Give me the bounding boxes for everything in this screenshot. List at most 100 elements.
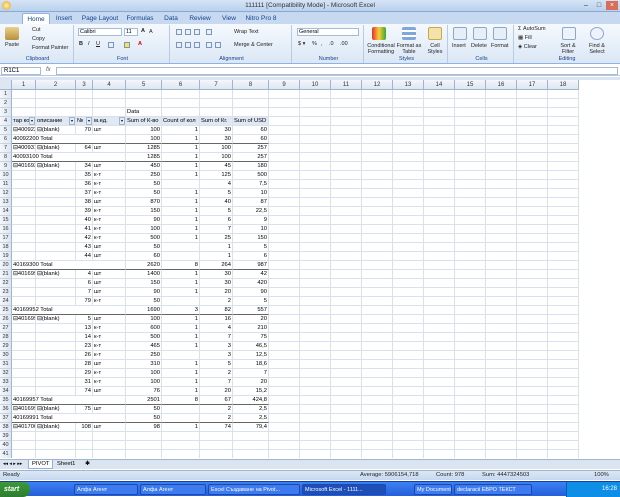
grid-cell[interactable]: 1690 [126, 306, 162, 315]
grid-cell[interactable] [393, 117, 424, 126]
grid-cell[interactable] [162, 432, 200, 441]
close-icon[interactable]: × [606, 1, 618, 10]
grid-cell[interactable] [486, 450, 517, 458]
grid-cell[interactable] [393, 306, 424, 315]
grid-cell[interactable] [36, 351, 76, 360]
grid-cell[interactable] [424, 351, 455, 360]
grid-cell[interactable] [517, 396, 548, 405]
grid-cell[interactable] [12, 216, 36, 225]
align-top-icon[interactable] [176, 29, 182, 35]
grid-cell[interactable] [36, 378, 76, 387]
grid-cell[interactable]: 500 [233, 171, 269, 180]
grid-cell[interactable] [517, 225, 548, 234]
grid-cell[interactable] [455, 450, 486, 458]
row-header[interactable]: 18 [0, 243, 12, 252]
grid-cell[interactable]: 20 [233, 315, 269, 324]
percent-icon[interactable]: % [312, 41, 317, 47]
grid-cell[interactable] [455, 144, 486, 153]
tab-view[interactable]: View [218, 13, 240, 24]
grid-cell[interactable] [455, 108, 486, 117]
grid-cell[interactable] [455, 432, 486, 441]
grid-cell[interactable] [12, 360, 36, 369]
grid-cell[interactable] [12, 387, 36, 396]
grid-cell[interactable] [300, 360, 331, 369]
grid-cell[interactable]: 500 [126, 333, 162, 342]
grid-cell[interactable]: 2 [200, 405, 233, 414]
grid-cell[interactable] [331, 315, 362, 324]
grid-cell[interactable] [424, 162, 455, 171]
grid-cell[interactable]: шт [93, 270, 126, 279]
grid-cell[interactable] [455, 126, 486, 135]
grid-cell[interactable] [331, 306, 362, 315]
grid-cell[interactable] [517, 243, 548, 252]
grid-cell[interactable]: 9 [233, 216, 269, 225]
grid-cell[interactable] [331, 90, 362, 99]
grid-cell[interactable]: шт [93, 405, 126, 414]
row-header[interactable]: 6 [0, 135, 12, 144]
grid-cell[interactable]: 424,8 [233, 396, 269, 405]
grid-cell[interactable] [424, 117, 455, 126]
grid-cell[interactable] [233, 99, 269, 108]
clear-button[interactable]: ◈ Clear [518, 44, 537, 50]
grid-cell[interactable] [486, 252, 517, 261]
grid-cell[interactable] [486, 315, 517, 324]
grid-cell[interactable] [362, 126, 393, 135]
grid-cell[interactable] [455, 153, 486, 162]
column-header[interactable]: 10 [300, 80, 331, 90]
row-header[interactable]: 19 [0, 252, 12, 261]
grid-cell[interactable]: 5 [233, 297, 269, 306]
grid-cell[interactable]: ⊟40170000 [12, 423, 36, 432]
grid-cell[interactable] [362, 90, 393, 99]
grid-cell[interactable] [424, 405, 455, 414]
grid-cell[interactable] [269, 216, 300, 225]
grid-cell[interactable] [424, 324, 455, 333]
tab-home[interactable]: Home [22, 13, 50, 24]
currency-icon[interactable]: $ ▾ [298, 41, 305, 47]
grid-cell[interactable]: 1 [162, 144, 200, 153]
grid-cell[interactable] [486, 324, 517, 333]
grid-cell[interactable] [269, 189, 300, 198]
grid-cell[interactable] [517, 198, 548, 207]
grid-cell[interactable]: 1 [162, 333, 200, 342]
grid-cell[interactable] [455, 162, 486, 171]
delete-cells-button[interactable]: Delete [471, 43, 487, 49]
grid-cell[interactable] [455, 90, 486, 99]
grid-cell[interactable] [393, 288, 424, 297]
grid-cell[interactable]: ⊟40169991 [12, 405, 36, 414]
grid-cell[interactable]: 1 [162, 270, 200, 279]
grid-cell[interactable]: 2501 [126, 396, 162, 405]
grid-cell[interactable] [455, 387, 486, 396]
column-header[interactable]: 9 [269, 80, 300, 90]
grid-cell[interactable]: 7 [233, 369, 269, 378]
align-bottom-icon[interactable] [194, 29, 200, 35]
grid-cell[interactable] [269, 207, 300, 216]
grid-cell[interactable]: 50 [126, 243, 162, 252]
grid-cell[interactable] [424, 216, 455, 225]
grid-cell[interactable] [393, 270, 424, 279]
grid-cell[interactable] [393, 144, 424, 153]
grid-cell[interactable]: к-т [93, 216, 126, 225]
grid-cell[interactable]: 75 [233, 333, 269, 342]
grid-cell[interactable] [548, 405, 579, 414]
grid-cell[interactable] [517, 360, 548, 369]
grid-cell[interactable] [455, 441, 486, 450]
grid-cell[interactable]: 2620 [126, 261, 162, 270]
grid-cell[interactable] [548, 306, 579, 315]
grid-cell[interactable] [486, 216, 517, 225]
grid-cell[interactable] [269, 162, 300, 171]
grid-cell[interactable]: 420 [233, 279, 269, 288]
grid-cell[interactable] [486, 153, 517, 162]
grid-cell[interactable] [548, 288, 579, 297]
grid-cell[interactable] [548, 180, 579, 189]
grid-cell[interactable] [126, 450, 162, 458]
grid-cell[interactable] [12, 378, 36, 387]
grid-cell[interactable]: 150 [126, 279, 162, 288]
grid-cell[interactable]: 40169957 Total [12, 396, 126, 405]
tab-nitro[interactable]: Nitro Pro 8 [244, 13, 278, 24]
grid-cell[interactable] [300, 207, 331, 216]
grid-cell[interactable] [269, 414, 300, 423]
row-header[interactable]: 15 [0, 216, 12, 225]
grid-cell[interactable] [548, 126, 579, 135]
grid-cell[interactable] [455, 342, 486, 351]
grid-cell[interactable]: ⊟(blank) [36, 315, 76, 324]
